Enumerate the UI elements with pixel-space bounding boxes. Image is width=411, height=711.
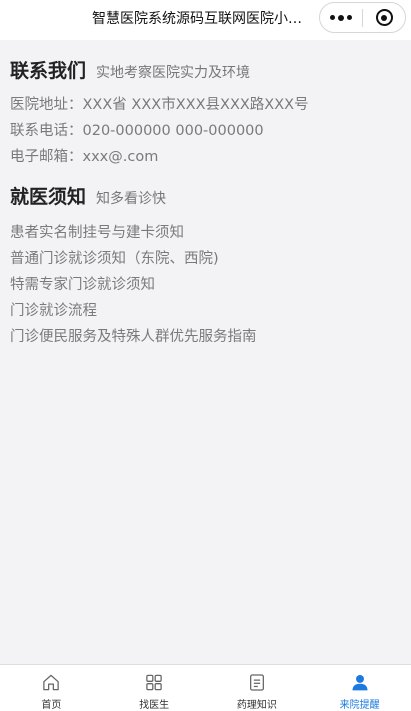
tab-visit-reminder[interactable]: 来院提醒 (308, 665, 411, 711)
contact-section: 联系我们 实地考察医院实力及环境 医院地址：XXX省 XXX市XXX县XXX路X… (10, 56, 401, 170)
grid-icon (146, 674, 162, 691)
tab-find-doctor[interactable]: 找医生 (103, 665, 206, 711)
document-icon (249, 674, 264, 691)
contact-phone[interactable]: 联系电话：020-000000 000-000000 (10, 118, 401, 144)
more-dot-icon (330, 15, 335, 20)
contact-heading: 联系我们 (10, 60, 87, 82)
hospital-address: 医院地址：XXX省 XXX市XXX县XXX路XXX号 (10, 97, 309, 113)
guide-header: 就医须知 知多看诊快 (10, 182, 401, 212)
guide-link-realname-registration[interactable]: 患者实名制挂号与建卡须知 (10, 220, 401, 246)
more-dot-icon (347, 15, 352, 20)
guide-section: 就医须知 知多看诊快 患者实名制挂号与建卡须知 普通门诊就诊须知（东院、西院) … (10, 182, 401, 350)
guide-heading: 就医须知 (10, 186, 87, 208)
tab-pharmacology-label: 药理知识 (236, 700, 277, 711)
guide-subheading: 知多看诊快 (96, 191, 167, 207)
home-icon (43, 674, 60, 691)
title-bar: 智慧医院系统源码互联网医院小程序... (0, 0, 411, 40)
contact-header: 联系我们 实地考察医院实力及环境 (10, 56, 401, 86)
user-icon (352, 674, 368, 691)
tab-visit-reminder-label: 来院提醒 (339, 700, 380, 711)
window-title: 智慧医院系统源码互联网医院小程序... (92, 11, 314, 27)
guide-link-outpatient-process[interactable]: 门诊就诊流程 (10, 298, 401, 324)
guide-link-convenience-services[interactable]: 门诊便民服务及特殊人群优先服务指南 (10, 324, 401, 350)
tab-home[interactable]: 首页 (0, 665, 103, 711)
tab-home-label: 首页 (41, 700, 62, 711)
mini-program-capsule (319, 2, 406, 33)
main-content: 联系我们 实地考察医院实力及环境 医院地址：XXX省 XXX市XXX县XXX路X… (10, 56, 401, 350)
tab-find-doctor-label: 找医生 (139, 700, 170, 711)
more-options-button[interactable] (320, 3, 362, 32)
close-mini-program-button[interactable] (363, 3, 405, 32)
more-dot-icon (338, 14, 344, 21)
close-circle-icon (375, 9, 393, 26)
contact-email[interactable]: 电子邮箱：xxx@.com (10, 144, 401, 170)
guide-link-specialist-outpatient[interactable]: 特需专家门诊就诊须知 (10, 272, 401, 298)
bottom-tab-bar: 首页 找医生 药理知识 来院提醒 (0, 664, 411, 711)
tab-pharmacology[interactable]: 药理知识 (206, 665, 309, 711)
contact-subheading: 实地考察医院实力及环境 (96, 65, 251, 81)
guide-link-general-outpatient[interactable]: 普通门诊就诊须知（东院、西院) (10, 246, 401, 272)
